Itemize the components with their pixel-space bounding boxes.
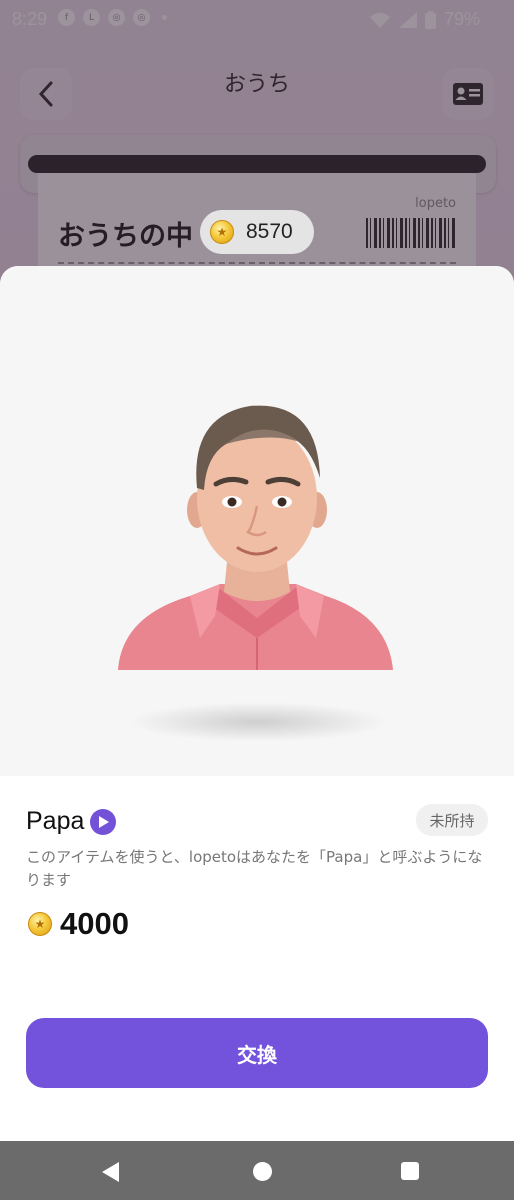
item-price: 4000 <box>60 906 129 941</box>
item-preview <box>0 266 514 776</box>
avatar-shadow <box>128 702 388 742</box>
nav-back-icon[interactable] <box>102 1162 119 1182</box>
coin-icon: ★ <box>28 912 52 936</box>
item-description: このアイテムを使うと、lopetoはあなたを「Papa」と呼ぶようになります <box>26 848 483 889</box>
coin-icon: ★ <box>210 220 234 244</box>
coin-balance-value: 8570 <box>246 220 293 243</box>
item-detail-sheet: Papa 未所持 このアイテムを使うと、lopetoはあなたを「Papa」と呼ぶ… <box>0 266 514 1141</box>
play-voice-button[interactable] <box>90 809 116 835</box>
play-icon <box>99 816 109 828</box>
nav-home-icon[interactable] <box>253 1162 272 1181</box>
exchange-button[interactable]: 交換 <box>26 1018 488 1088</box>
item-name: Papa <box>26 807 85 835</box>
nav-recents-icon[interactable] <box>401 1162 419 1180</box>
coin-balance: ★ 8570 <box>200 210 314 254</box>
ownership-badge: 未所持 <box>416 804 488 836</box>
papa-avatar <box>118 405 393 670</box>
